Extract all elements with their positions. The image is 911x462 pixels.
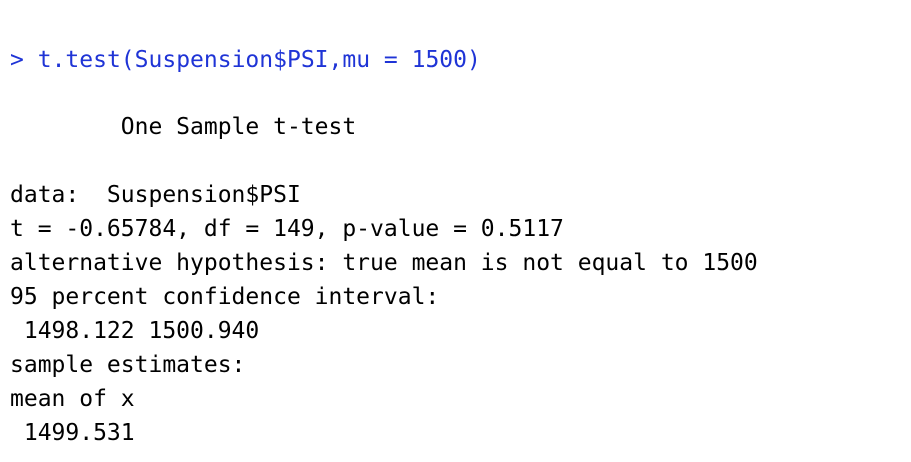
estimate-label: mean of x — [10, 386, 135, 412]
command-line[interactable]: > t.test(Suspension$PSI,mu = 1500) — [10, 43, 481, 77]
command-text: t.test(Suspension$PSI,mu = 1500) — [37, 47, 481, 73]
test-title: One Sample t-test — [10, 114, 357, 140]
estimate-value: 1499.531 — [10, 420, 135, 446]
test-statistics-line: t = -0.65784, df = 149, p-value = 0.5117 — [10, 216, 564, 242]
confidence-interval-values: 1498.122 1500.940 — [10, 318, 260, 344]
r-console-output: > t.test(Suspension$PSI,mu = 1500) One S… — [0, 0, 911, 462]
alternative-hypothesis-line: alternative hypothesis: true mean is not… — [10, 250, 758, 276]
prompt-symbol: > — [10, 47, 24, 73]
sample-estimates-header: sample estimates: — [10, 352, 246, 378]
data-line: data: Suspension$PSI — [10, 182, 301, 208]
confidence-interval-header: 95 percent confidence interval: — [10, 284, 440, 310]
